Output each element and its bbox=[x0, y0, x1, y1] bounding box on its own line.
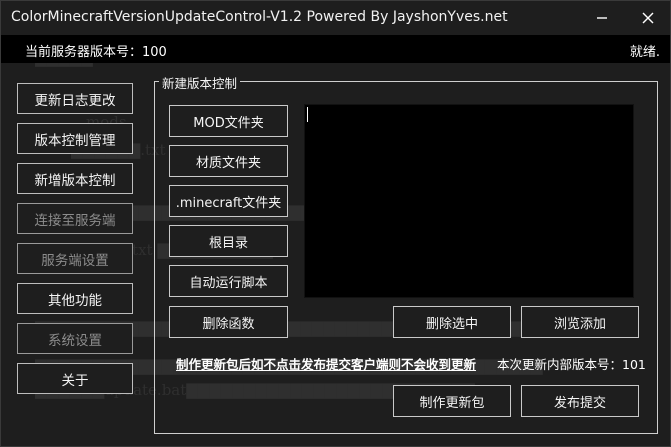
nav-server-settings-button[interactable]: 服务端设置 bbox=[17, 243, 133, 274]
status-state: 就绪. bbox=[629, 45, 660, 60]
nav-system-settings-button[interactable]: 系统设置 bbox=[17, 323, 133, 354]
publish-warning-text: 制作更新包后如不点击发布提交客户端则不会收到更新 bbox=[176, 357, 477, 372]
server-version-label: 当前服务器版本号：100 bbox=[25, 45, 167, 60]
status-bar: 当前服务器版本号：100 就绪. bbox=[1, 35, 670, 63]
internal-version-label: 本次更新内部版本号：101 bbox=[497, 357, 646, 372]
close-button[interactable] bbox=[637, 7, 659, 29]
publish-button[interactable]: 发布提交 bbox=[521, 385, 639, 417]
minecraft-folder-button[interactable]: .minecraft文件夹 bbox=[169, 185, 288, 217]
nav-new-version-button[interactable]: 新增版本控制 bbox=[17, 163, 133, 194]
nav-changelog-button[interactable]: 更新日志更改 bbox=[17, 83, 133, 114]
minimize-icon bbox=[597, 17, 607, 19]
material-folder-button[interactable]: 材质文件夹 bbox=[169, 145, 288, 177]
text-caret bbox=[307, 107, 308, 122]
nav-version-control-button[interactable]: 版本控制管理 bbox=[17, 123, 133, 154]
nav-other-functions-button[interactable]: 其他功能 bbox=[17, 283, 133, 314]
group-title: 新建版本控制 bbox=[159, 73, 241, 92]
make-package-button[interactable]: 制作更新包 bbox=[393, 385, 511, 417]
app-window: ▇▇▇▇▇ 1.0.10 mods ▇▇▇▇▇▇.txt ▇▇▇▇▇▇▇▇▇▇▇… bbox=[0, 0, 671, 447]
nav-about-button[interactable]: 关于 bbox=[17, 363, 133, 394]
close-icon bbox=[642, 12, 654, 24]
window-title: ColorMinecraftVersionUpdateControl-V1.2 … bbox=[11, 9, 508, 25]
title-bar: ColorMinecraftVersionUpdateControl-V1.2 … bbox=[1, 1, 670, 35]
file-list-textarea[interactable] bbox=[304, 104, 634, 298]
delete-selected-button[interactable]: 删除选中 bbox=[393, 306, 511, 338]
mod-folder-button[interactable]: MOD文件夹 bbox=[169, 105, 288, 137]
root-directory-button[interactable]: 根目录 bbox=[169, 225, 288, 257]
delete-function-button[interactable]: 删除函数 bbox=[169, 306, 288, 338]
browse-add-button[interactable]: 浏览添加 bbox=[521, 306, 639, 338]
autorun-script-button[interactable]: 自动运行脚本 bbox=[169, 265, 288, 297]
minimize-button[interactable] bbox=[591, 7, 613, 29]
nav-connect-server-button[interactable]: 连接至服务端 bbox=[17, 203, 133, 234]
